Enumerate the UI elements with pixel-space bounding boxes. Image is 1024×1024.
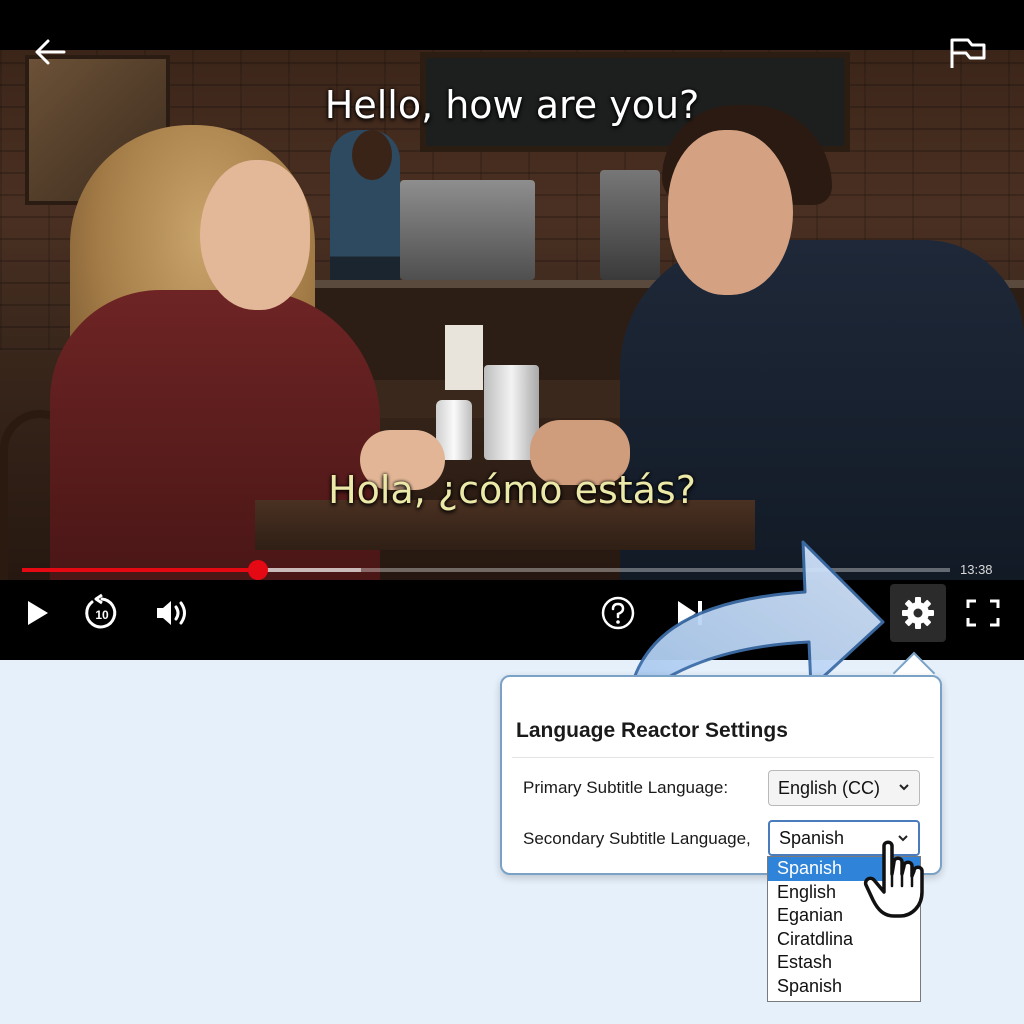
play-icon bbox=[28, 601, 48, 625]
time-remaining: 13:38 bbox=[960, 562, 993, 577]
chevron-down-icon bbox=[899, 784, 909, 791]
hand-cursor-icon bbox=[863, 840, 924, 918]
video-player[interactable]: Hello, how are you? Hola, ¿cómo estás? 1… bbox=[0, 0, 1024, 660]
volume-button[interactable] bbox=[150, 590, 194, 636]
panel-title: Language Reactor Settings bbox=[516, 719, 788, 742]
report-button[interactable] bbox=[946, 36, 990, 72]
progress-scrubber[interactable] bbox=[247, 560, 268, 580]
rewind-10-icon: 10 bbox=[85, 593, 117, 629]
fullscreen-icon bbox=[966, 599, 1000, 627]
progress-fill bbox=[22, 568, 258, 572]
dropdown-option[interactable]: Spanish bbox=[768, 975, 920, 999]
primary-subtitle-label: Primary Subtitle Language: bbox=[523, 778, 729, 797]
secondary-subtitle-label: Secondary Subtitle Language, bbox=[523, 829, 751, 848]
napkin-dispenser bbox=[445, 325, 483, 390]
next-episode-icon bbox=[678, 601, 702, 625]
espresso-machine bbox=[400, 180, 535, 280]
settings-button[interactable] bbox=[890, 584, 946, 642]
subtitle-secondary[interactable]: Hola, ¿cómo estás? bbox=[0, 468, 1024, 512]
coffee-grinder bbox=[600, 170, 660, 280]
fullscreen-button[interactable] bbox=[960, 590, 1006, 636]
back-button[interactable] bbox=[30, 33, 70, 73]
man-face bbox=[668, 130, 793, 295]
dropdown-option[interactable]: Ciratdlina bbox=[768, 928, 920, 952]
gear-icon bbox=[902, 597, 934, 629]
next-episode-button[interactable] bbox=[668, 590, 712, 636]
rewind-10-button[interactable]: 10 bbox=[80, 590, 124, 636]
play-button[interactable] bbox=[16, 590, 56, 636]
help-button[interactable] bbox=[596, 590, 640, 636]
rewind-label: 10 bbox=[95, 608, 109, 622]
secondary-subtitle-value: Spanish bbox=[779, 827, 845, 848]
barista-head bbox=[352, 130, 392, 180]
subtitle-primary[interactable]: Hello, how are you? bbox=[0, 83, 1024, 127]
progress-bar[interactable] bbox=[22, 560, 950, 580]
panel-divider bbox=[512, 757, 934, 758]
woman-face bbox=[200, 160, 310, 310]
volume-icon bbox=[157, 601, 186, 625]
flag-icon bbox=[950, 38, 986, 68]
primary-subtitle-value: English (CC) bbox=[778, 777, 881, 798]
primary-subtitle-select[interactable]: English (CC) bbox=[768, 770, 920, 806]
help-icon bbox=[601, 596, 635, 630]
dropdown-option[interactable]: Estash bbox=[768, 951, 920, 975]
back-arrow-icon bbox=[35, 39, 66, 65]
